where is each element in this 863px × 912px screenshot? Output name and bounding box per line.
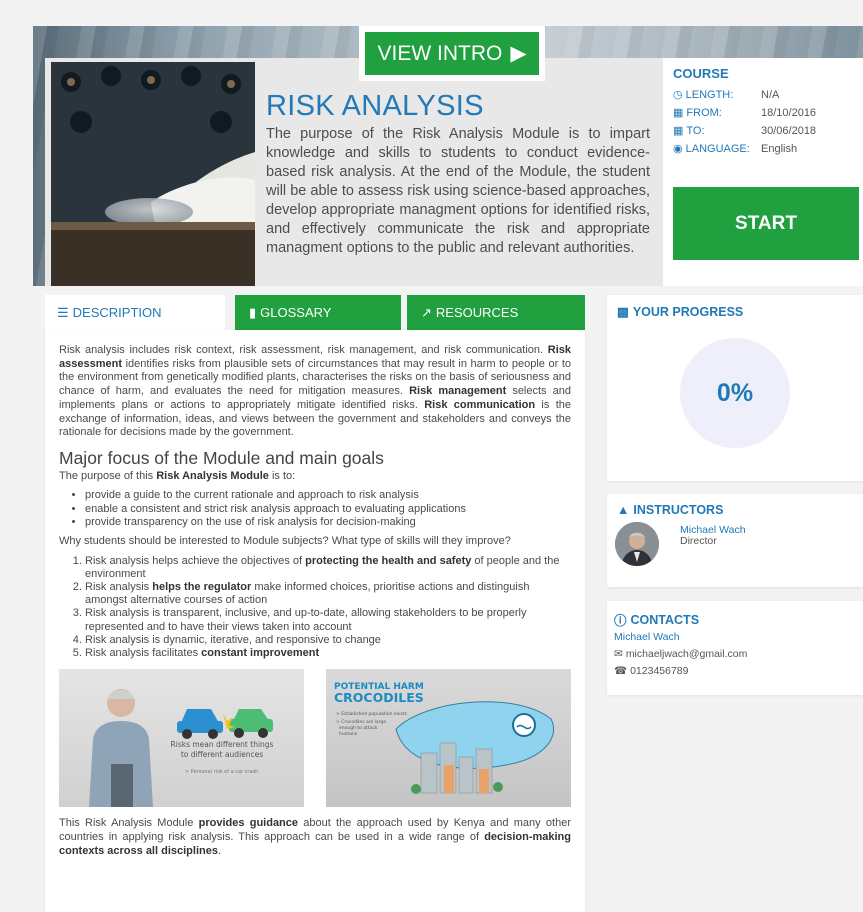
start-button[interactable]: START	[673, 187, 859, 260]
globe-icon: ◉	[673, 143, 683, 155]
video2-bullet: enough to attack	[339, 725, 378, 731]
to-value: 30/06/2018	[761, 125, 817, 137]
purpose-text: is to:	[268, 469, 296, 482]
instructors-card: ▲ INSTRUCTORS Michael Wach Director	[607, 494, 863, 587]
contact-phone-text: 0123456789	[630, 665, 689, 677]
play-icon: ▶	[510, 42, 527, 65]
list-item: provide transparency on the use of risk …	[85, 516, 571, 529]
term-risk-management: Risk management	[409, 385, 507, 398]
view-intro-label: VIEW INTRO	[377, 41, 503, 65]
purpose-line: The purpose of this Risk Analysis Module…	[59, 470, 571, 484]
contacts-heading: CONTACTS	[630, 612, 700, 627]
tab-description[interactable]: ☰ DESCRIPTION	[45, 295, 225, 330]
contact-email[interactable]: ✉ michaeljwach@gmail.com	[614, 646, 856, 663]
video-thumbnail-presenter[interactable]: Risks mean different things to different…	[59, 669, 304, 808]
envelope-icon: ✉	[614, 648, 623, 660]
why-question: Why students should be interested to Mod…	[59, 534, 511, 547]
book-icon: ▮	[249, 304, 257, 320]
list-item: Risk analysis is transparent, inclusive,…	[85, 607, 571, 633]
tab-glossary[interactable]: ▮ GLOSSARY	[235, 295, 401, 330]
tab-description-label: DESCRIPTION	[72, 305, 162, 320]
length-value: N/A	[761, 89, 780, 101]
progress-value: 0%	[716, 378, 754, 407]
to-label: TO:	[686, 125, 705, 137]
video-thumbnail-crocodiles[interactable]: POTENTIAL HARM CROCODILES > Established …	[326, 669, 571, 808]
video1-caption: to different audiences	[181, 750, 263, 759]
graduation-cap-icon: ▲	[617, 503, 630, 517]
course-meta: COURSE ◷ LENGTH: N/A ▦ FROM: 18/10/2016 ▦ T…	[663, 58, 863, 286]
share-icon: ↗	[421, 304, 432, 320]
language-label: LANGUAGE:	[685, 143, 750, 155]
course-hero: VIEW INTRO ▶ RISK ANALYSIS The purpose of…	[33, 26, 863, 286]
from-value: 18/10/2016	[761, 107, 817, 119]
item-bold: helps the regulator	[152, 581, 252, 594]
item-bold: protecting the health and safety	[305, 554, 472, 567]
content-tabs: ☰ DESCRIPTION ▮ GLOSSARY ↗ RESOURCES	[45, 295, 585, 330]
goals-list: provide a guide to the current rationale…	[85, 489, 571, 529]
outro-text: This Risk Analysis Module	[59, 817, 199, 830]
course-meta-heading: COURSE	[673, 66, 729, 81]
instructors-heading: INSTRUCTORS	[633, 503, 724, 517]
list-item: provide a guide to the current rationale…	[85, 489, 571, 502]
video2-bullet: > Established population exists	[336, 711, 408, 717]
purpose-bold: Risk Analysis Module	[156, 469, 269, 482]
language-value: English	[761, 143, 798, 155]
progress-card: ▩ YOUR PROGRESS 0%	[607, 295, 863, 481]
meta-from: ▦ FROM: 18/10/2016	[673, 104, 863, 122]
contact-email-text: michaeljwach@gmail.com	[625, 648, 748, 660]
contact-name: Michael Wach	[614, 631, 680, 643]
list-item: enable a consistent and strict risk anal…	[85, 503, 571, 516]
avatar[interactable]	[615, 522, 659, 566]
tab-resources[interactable]: ↗ RESOURCES	[407, 295, 585, 330]
length-label: LENGTH:	[685, 89, 734, 101]
meta-language: ◉ LANGUAGE: English	[673, 140, 863, 158]
list-item: Risk analysis is dynamic, iterative, and…	[85, 634, 571, 647]
info-icon: ⓘ	[614, 614, 627, 628]
intro-paragraph: Risk analysis includes risk context, ris…	[59, 344, 571, 440]
list-item: Risk analysis helps achieve the objectiv…	[85, 555, 571, 581]
list-item: Risk analysis helps the regulator make i…	[85, 581, 571, 607]
course-image	[51, 62, 255, 286]
meta-length: ◷ LENGTH: N/A	[673, 86, 863, 104]
video1-subcaption: > Personal risk of a car crash	[185, 769, 258, 775]
purpose-text: The purpose of this	[59, 469, 157, 482]
calendar-icon: ▦	[673, 107, 684, 119]
video2-title: CROCODILES	[334, 690, 424, 705]
outro-bold: provides guidance	[198, 817, 299, 830]
tab-resources-label: RESOURCES	[435, 305, 519, 320]
description-panel: Risk analysis includes risk context, ris…	[45, 330, 585, 912]
course-title: RISK ANALYSIS	[266, 90, 484, 122]
calendar-icon: ▦	[673, 125, 684, 137]
video2-bullet: humans	[339, 731, 358, 737]
progress-circle: 0%	[680, 338, 790, 448]
section-heading: Major focus of the Module and main goals	[59, 447, 384, 468]
item-text: Risk analysis	[85, 581, 153, 594]
list-item: Risk analysis facilitates constant impro…	[85, 647, 571, 660]
phone-icon: ☎	[614, 665, 628, 677]
video-thumbnails: Risks mean different things to different…	[59, 669, 571, 808]
item-text: Risk analysis helps achieve the objectiv…	[85, 554, 306, 567]
outro-text: .	[217, 844, 222, 857]
course-summary: The purpose of the Risk Analysis Module …	[266, 126, 650, 256]
skills-list: Risk analysis helps achieve the objectiv…	[85, 555, 571, 661]
contacts-card: ⓘ CONTACTS Michael Wach ✉ michaeljwach@gma…	[607, 601, 863, 695]
meta-to: ▦ TO: 30/06/2018	[673, 122, 863, 140]
term-risk-communication: Risk communication	[424, 398, 536, 411]
video1-caption: Risks mean different things	[171, 740, 274, 749]
contact-phone[interactable]: ☎ 0123456789	[614, 663, 856, 680]
progress-heading: YOUR PROGRESS	[632, 304, 744, 319]
outro-paragraph: This Risk Analysis Module provides guida…	[59, 817, 571, 858]
instructor-role: Director	[680, 535, 717, 547]
clock-icon: ◷	[673, 89, 683, 101]
item-bold: constant improvement	[201, 647, 320, 660]
from-label: FROM:	[686, 107, 722, 119]
tab-glossary-label: GLOSSARY	[260, 305, 332, 320]
intro-text: Risk analysis includes risk context, ris…	[59, 344, 548, 356]
item-text: Risk analysis facilitates	[85, 647, 202, 660]
book-open-icon: ▩	[617, 305, 629, 319]
view-intro-button[interactable]: VIEW INTRO ▶	[359, 26, 545, 81]
video2-bullet: > Crocodiles are large	[336, 719, 386, 725]
list-icon: ☰	[57, 304, 69, 320]
